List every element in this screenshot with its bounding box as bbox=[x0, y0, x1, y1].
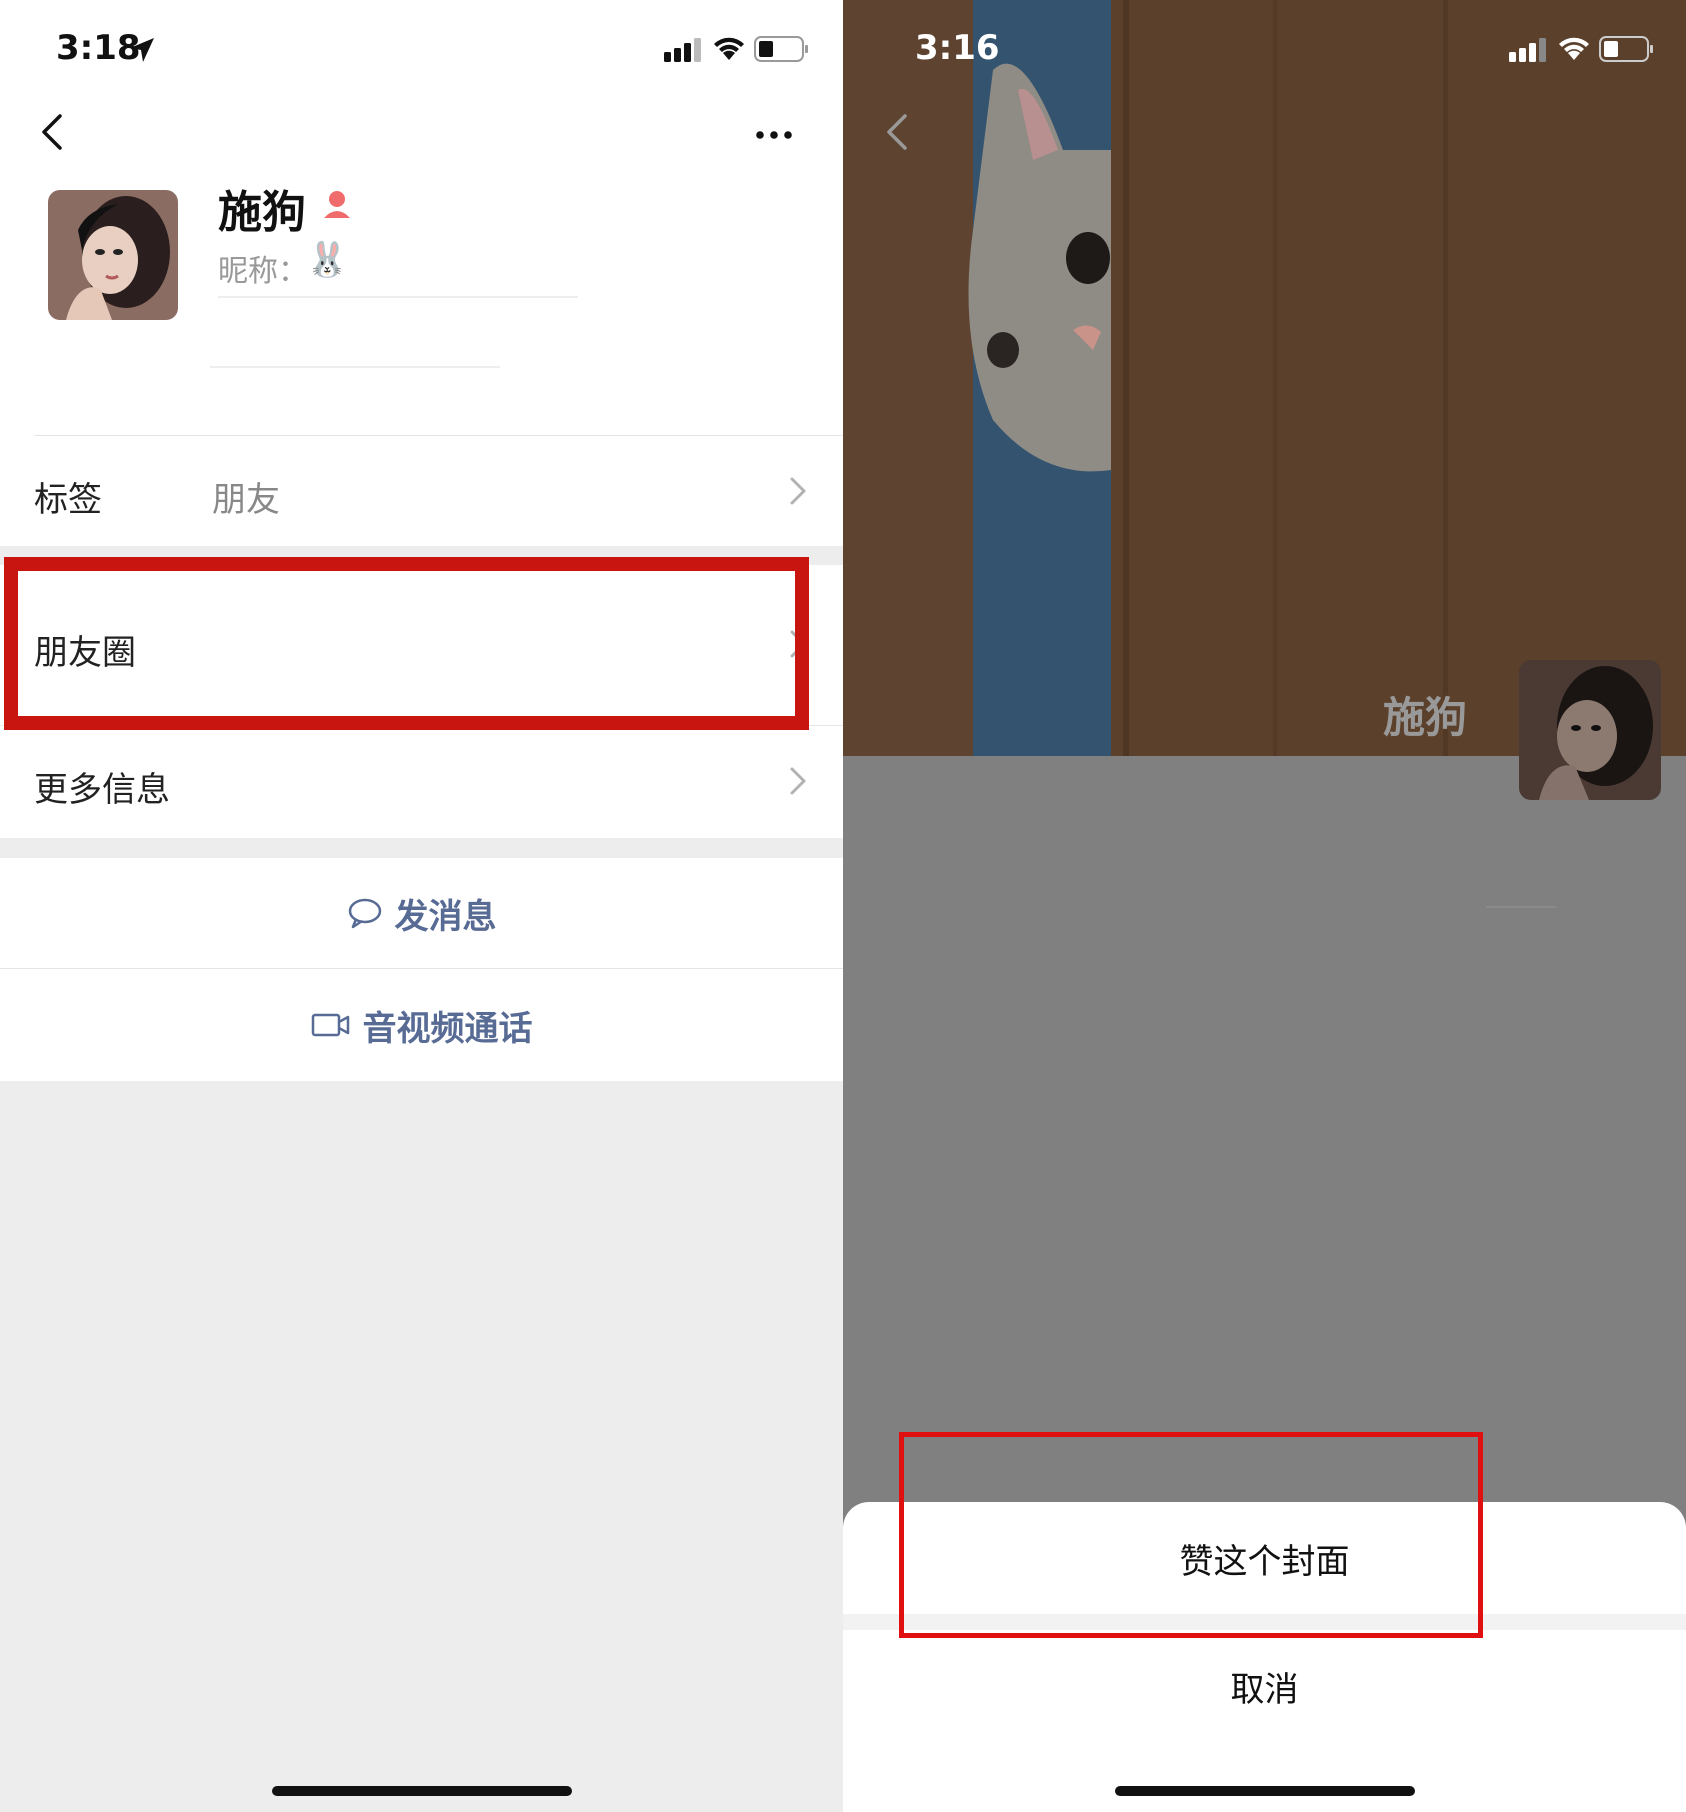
moments-owner-name: 施狗 bbox=[1383, 693, 1468, 742]
contact-name: 施狗 bbox=[218, 187, 306, 238]
wifi-icon bbox=[1559, 37, 1589, 60]
tags-label: 标签 bbox=[34, 480, 102, 520]
location-arrow-icon bbox=[130, 38, 154, 62]
battery-icon bbox=[1599, 36, 1653, 62]
more-options-icon[interactable] bbox=[754, 120, 794, 150]
right-screen-moments-cover: 3:16 施狗 赞这个封面 取消 bbox=[843, 0, 1686, 1812]
chevron-right-icon bbox=[790, 477, 806, 505]
more-info-label: 更多信息 bbox=[34, 770, 170, 810]
back-chevron-icon[interactable] bbox=[38, 112, 68, 152]
more-info-row[interactable]: 更多信息 bbox=[0, 726, 843, 838]
battery-icon bbox=[754, 36, 808, 62]
nickname-label: 昵称： bbox=[218, 254, 308, 289]
tags-row[interactable]: 标签 朋友 bbox=[0, 436, 843, 546]
chevron-right-icon bbox=[790, 767, 806, 795]
nickname-rabbit-emoji: 🐰 bbox=[306, 240, 349, 280]
video-camera-icon bbox=[311, 1013, 349, 1037]
cancel-button[interactable]: 取消 bbox=[843, 1630, 1686, 1742]
tags-value: 朋友 bbox=[212, 480, 280, 520]
moments-cover-photo[interactable]: 3:16 施狗 bbox=[843, 0, 1686, 756]
avatar[interactable] bbox=[48, 190, 178, 320]
redacted-info-line bbox=[218, 296, 578, 298]
avatar-illustration-icon bbox=[48, 190, 178, 320]
back-chevron-icon[interactable] bbox=[883, 112, 913, 152]
signal-icon bbox=[1509, 38, 1546, 62]
left-screen-contact-profile: 3:18 施狗 昵称： 🐰 标签 朋友 朋友圈 更多信息 发消息 音视频通话 bbox=[0, 0, 843, 1812]
status-bar: 3:18 bbox=[0, 0, 843, 100]
home-indicator bbox=[1115, 1786, 1415, 1796]
female-gender-icon bbox=[324, 191, 350, 218]
highlight-box-moments bbox=[4, 557, 809, 730]
signal-icon bbox=[664, 38, 701, 62]
chat-bubble-icon bbox=[348, 898, 381, 929]
cat-cover-image-icon bbox=[843, 0, 1686, 756]
avatar-illustration-icon bbox=[1519, 660, 1661, 800]
status-bar: 3:16 bbox=[843, 0, 1686, 100]
send-message-button[interactable]: 发消息 bbox=[0, 858, 843, 968]
status-time: 3:16 bbox=[915, 28, 1000, 68]
video-call-label: 音视频通话 bbox=[362, 1008, 533, 1049]
divider bbox=[1486, 906, 1556, 908]
highlight-box-like-cover bbox=[899, 1432, 1483, 1638]
home-indicator bbox=[272, 1786, 572, 1796]
send-message-label: 发消息 bbox=[394, 896, 497, 937]
wifi-icon bbox=[714, 37, 744, 60]
video-call-button[interactable]: 音视频通话 bbox=[0, 969, 843, 1081]
redacted-info-line bbox=[210, 366, 500, 368]
profile-header: 3:18 施狗 昵称： 🐰 bbox=[0, 0, 843, 436]
avatar[interactable] bbox=[1519, 660, 1661, 800]
